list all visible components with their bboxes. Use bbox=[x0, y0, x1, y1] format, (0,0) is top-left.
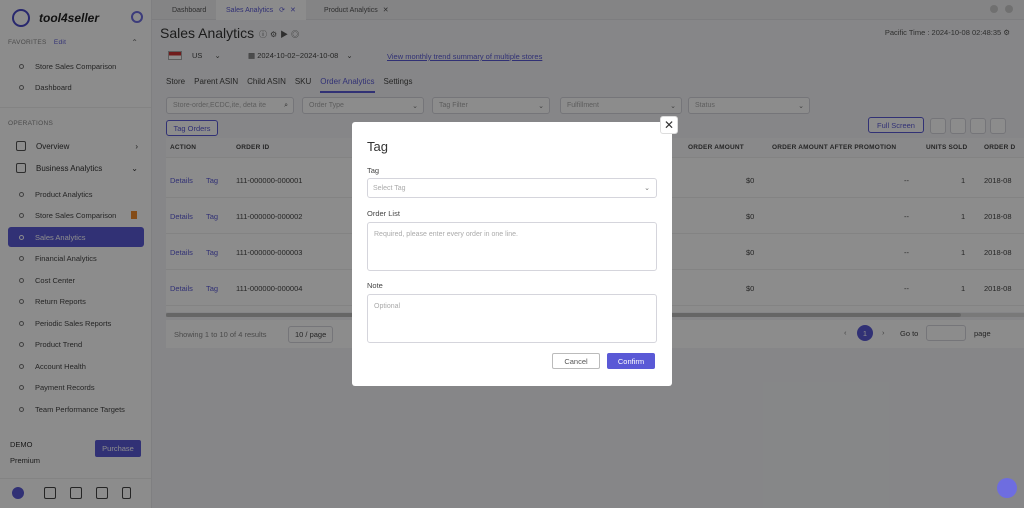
cancel-button[interactable]: Cancel bbox=[552, 353, 600, 369]
close-icon[interactable]: ✕ bbox=[660, 116, 678, 134]
tag-field-label: Tag bbox=[367, 166, 380, 175]
support-chat-icon[interactable] bbox=[997, 478, 1017, 498]
order-list-label: Order List bbox=[367, 209, 400, 218]
chevron-down-icon: ⌄ bbox=[644, 185, 650, 192]
note-textarea[interactable]: Optional bbox=[367, 294, 657, 343]
dialog-title: Tag bbox=[367, 139, 388, 154]
tag-dialog: Tag Tag Select Tag ⌄ Order List Required,… bbox=[352, 122, 672, 386]
note-label: Note bbox=[367, 281, 383, 290]
tag-select[interactable]: Select Tag ⌄ bbox=[367, 178, 657, 198]
confirm-button[interactable]: Confirm bbox=[607, 353, 655, 369]
order-list-textarea[interactable]: Required, please enter every order in on… bbox=[367, 222, 657, 271]
